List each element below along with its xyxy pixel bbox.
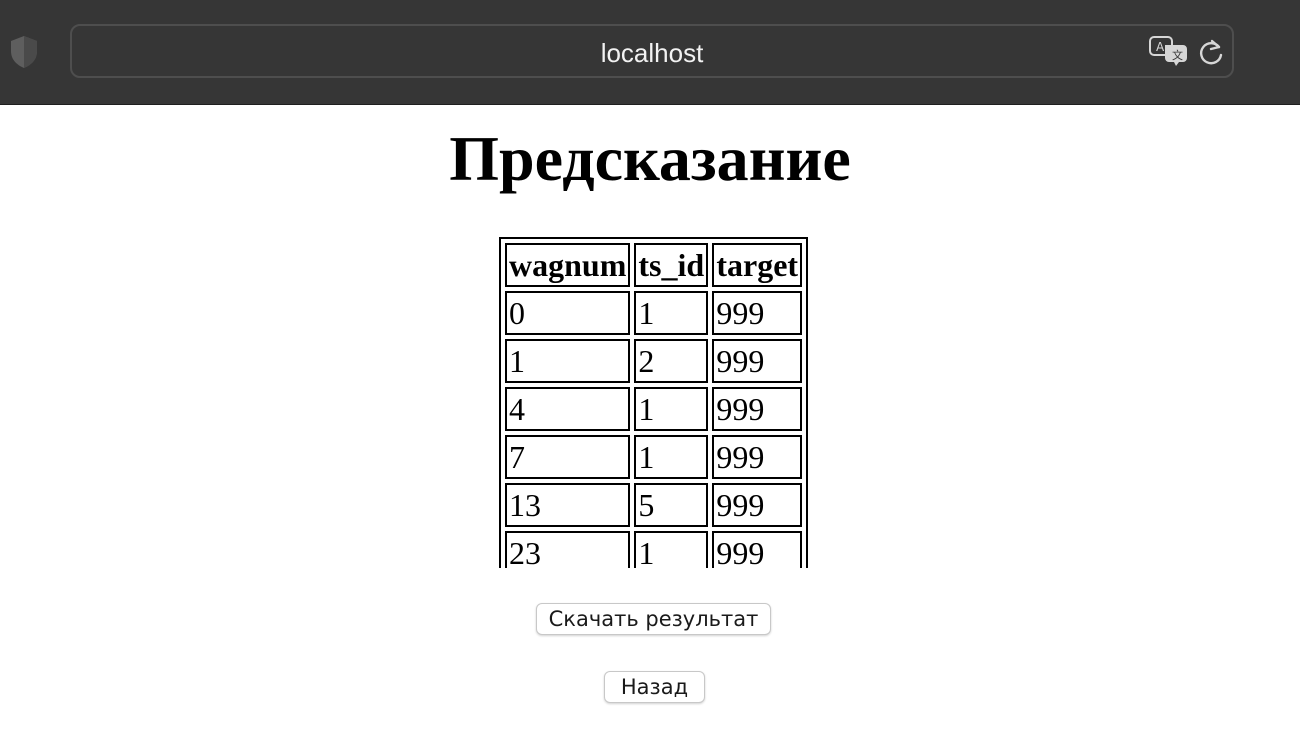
table-cell: 4 — [505, 387, 631, 431]
table-cell: 1 — [634, 291, 709, 335]
table-header-row: wagnum ts_id target — [505, 243, 803, 287]
table-cell: 999 — [712, 531, 803, 568]
table-cell: 999 — [712, 435, 803, 479]
results-table: wagnum ts_id target 0 1 999 1 2 999 4 1 … — [499, 237, 809, 568]
table-row: 4 1 999 — [505, 387, 803, 431]
table-row: 1 2 999 — [505, 339, 803, 383]
svg-text:文: 文 — [1172, 48, 1183, 62]
translate-icon[interactable]: A 文 — [1149, 36, 1189, 66]
table-cell: 999 — [712, 387, 803, 431]
table-row: 7 1 999 — [505, 435, 803, 479]
address-bar[interactable]: localhost A 文 — [70, 24, 1234, 78]
column-header-target: target — [712, 243, 803, 287]
page-content: Предсказание wagnum ts_id target 0 1 999… — [0, 105, 1300, 733]
table-cell: 999 — [712, 483, 803, 527]
table-cell: 1 — [634, 531, 709, 568]
results-table-container: wagnum ts_id target 0 1 999 1 2 999 4 1 … — [499, 237, 809, 568]
download-result-button[interactable]: Скачать результат — [536, 603, 771, 635]
table-cell: 23 — [505, 531, 631, 568]
svg-text:A: A — [1156, 40, 1165, 54]
table-row: 13 5 999 — [505, 483, 803, 527]
table-cell: 1 — [634, 387, 709, 431]
back-button[interactable]: Назад — [604, 671, 705, 703]
page-title: Предсказание — [449, 123, 851, 194]
table-cell: 13 — [505, 483, 631, 527]
table-row: 23 1 999 — [505, 531, 803, 568]
table-cell: 7 — [505, 435, 631, 479]
reload-icon[interactable] — [1198, 38, 1224, 66]
url-text[interactable]: localhost — [72, 38, 1232, 68]
column-header-wagnum: wagnum — [505, 243, 631, 287]
table-row: 0 1 999 — [505, 291, 803, 335]
browser-toolbar: localhost A 文 — [0, 0, 1300, 105]
table-cell: 0 — [505, 291, 631, 335]
table-cell: 5 — [634, 483, 709, 527]
table-cell: 1 — [505, 339, 631, 383]
table-cell: 999 — [712, 291, 803, 335]
shield-icon[interactable] — [9, 35, 39, 69]
table-cell: 999 — [712, 339, 803, 383]
table-cell: 1 — [634, 435, 709, 479]
table-cell: 2 — [634, 339, 709, 383]
column-header-ts-id: ts_id — [634, 243, 709, 287]
